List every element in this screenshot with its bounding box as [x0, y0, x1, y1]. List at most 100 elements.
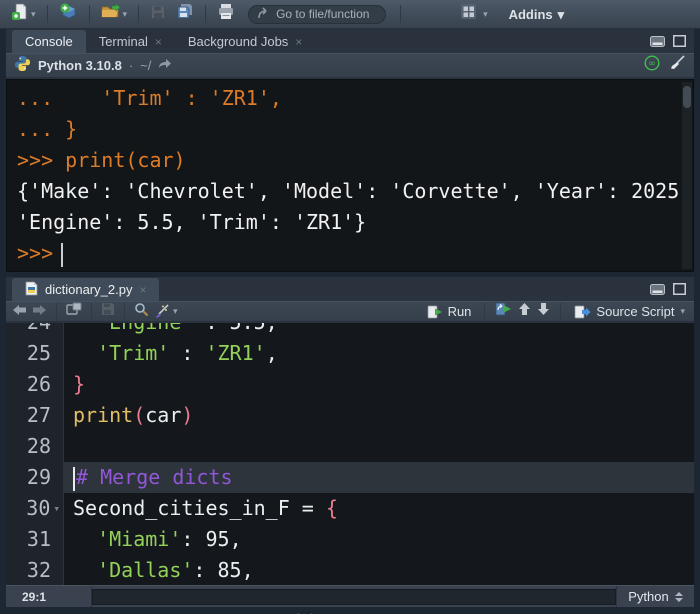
- console-header: Python 3.10.8 · ~/ ∞: [6, 53, 694, 78]
- python-logo-icon: [14, 55, 31, 77]
- code-line-25: 25 'Trim' : 'ZR1',: [6, 338, 694, 369]
- python-file-icon: [25, 281, 38, 299]
- code-line-32: 32 'Dallas': 85,: [6, 555, 694, 585]
- panes-layout-button[interactable]: ▾: [457, 1, 491, 27]
- tab-close-icon[interactable]: ×: [139, 283, 146, 297]
- minimize-panel-icon[interactable]: [650, 34, 665, 52]
- code-line-28: 28: [6, 431, 694, 462]
- line-number: 31: [6, 524, 64, 555]
- console-line: >>> print(car): [17, 145, 693, 176]
- save-all-button[interactable]: [173, 1, 197, 27]
- code-tools-caret-icon[interactable]: ▾: [173, 307, 178, 316]
- open-file-caret-icon[interactable]: ▾: [123, 10, 128, 19]
- console-tab-strip: ConsoleTerminal×Background Jobs×: [6, 29, 694, 53]
- maximize-panel-icon[interactable]: [673, 34, 686, 52]
- toolbar-separator: [205, 5, 206, 23]
- print-button[interactable]: [214, 1, 238, 27]
- new-file-caret-icon[interactable]: ▾: [31, 10, 36, 19]
- toolbar-separator: [56, 303, 57, 321]
- svg-text:∞: ∞: [648, 59, 656, 69]
- maximize-panel-icon[interactable]: [673, 282, 686, 300]
- main-toolbar: ▾ ▾: [0, 0, 700, 29]
- clear-console-broom-icon[interactable]: [669, 55, 686, 76]
- line-number: 28: [6, 431, 64, 462]
- grid-icon: [460, 3, 477, 25]
- new-project-icon: [59, 2, 78, 26]
- save-button[interactable]: [147, 2, 169, 27]
- language-spinner-icon[interactable]: [675, 592, 683, 602]
- open-folder-icon: [101, 3, 121, 25]
- new-file-icon: [11, 2, 29, 26]
- minimize-panel-icon[interactable]: [650, 282, 665, 300]
- language-selector[interactable]: Python: [616, 586, 694, 607]
- source-script-caret-icon[interactable]: ▾: [680, 307, 685, 316]
- open-file-button[interactable]: ▾: [98, 1, 131, 27]
- toolbar-separator: [560, 303, 561, 321]
- editor-tab-label: dictionary_2.py: [45, 282, 132, 297]
- console-line: 'Engine': 5.5, 'Trim': 'ZR1'}: [17, 207, 693, 238]
- editor-tab-strip: dictionary_2.py ×: [6, 277, 694, 301]
- code-tools-wand-icon[interactable]: ▾: [154, 304, 178, 319]
- console-runtime-label: Python 3.10.8: [38, 58, 122, 73]
- go-to-next-section-icon[interactable]: [537, 302, 550, 321]
- panes-caret-icon[interactable]: ▾: [483, 10, 488, 19]
- editor-status-bar: 29:1 Python: [6, 585, 694, 607]
- console-panel: ConsoleTerminal×Background Jobs×: [6, 29, 694, 272]
- toolbar-separator: [400, 5, 401, 23]
- toolbar-separator: [124, 303, 125, 321]
- back-arrow-icon[interactable]: [12, 303, 27, 321]
- console-line: ... 'Trim' : 'ZR1',: [17, 83, 693, 114]
- console-working-dir[interactable]: ~/: [140, 58, 151, 73]
- run-icon: [427, 305, 443, 319]
- show-directory-arrow-icon[interactable]: [158, 57, 172, 75]
- editor-panel: dictionary_2.py ×: [6, 277, 694, 585]
- line-number: 32: [6, 555, 64, 585]
- goto-file-function-input[interactable]: Go to file/function: [248, 5, 386, 24]
- code-line-30: 30▾Second_cities_in_F = {: [6, 493, 694, 524]
- run-button[interactable]: Run: [424, 302, 475, 321]
- toolbar-separator: [484, 303, 485, 321]
- rstudio-window: ▾ ▾: [0, 0, 700, 614]
- line-number: 25: [6, 338, 64, 369]
- save-icon[interactable]: [101, 302, 115, 321]
- code-line-29: 29# Merge dicts: [6, 462, 694, 493]
- console-tab-console[interactable]: Console: [12, 30, 86, 53]
- line-number: 30▾: [6, 493, 64, 524]
- console-line: >>>: [17, 238, 693, 269]
- save-all-icon: [176, 3, 194, 25]
- toolbar-separator: [138, 5, 139, 23]
- find-replace-magnifier-icon[interactable]: [134, 302, 149, 322]
- rerun-previous-icon[interactable]: [495, 302, 512, 321]
- editor-tab-dictionary-2[interactable]: dictionary_2.py ×: [12, 278, 159, 301]
- source-script-button[interactable]: Source Script ▾: [571, 302, 688, 321]
- console-output[interactable]: ... 'Trim' : 'ZR1',... }>>> print(car){'…: [6, 79, 694, 272]
- tab-close-icon[interactable]: ×: [295, 35, 302, 49]
- console-tab-terminal[interactable]: Terminal×: [86, 30, 175, 53]
- addins-menu[interactable]: Addins ▾: [505, 5, 569, 24]
- go-to-previous-section-icon[interactable]: [518, 302, 531, 321]
- forward-arrow-icon[interactable]: [32, 303, 47, 321]
- new-project-button[interactable]: [56, 0, 81, 28]
- console-tab-background-jobs[interactable]: Background Jobs×: [175, 30, 315, 53]
- console-scrollbar[interactable]: [682, 82, 692, 269]
- horizontal-scrollbar[interactable]: [92, 589, 616, 605]
- source-script-icon: [574, 305, 591, 319]
- cursor-position: 29:1: [6, 586, 92, 607]
- console-scrollbar-thumb[interactable]: [683, 86, 691, 108]
- code-line-26: 26}: [6, 369, 694, 400]
- line-number: 24: [6, 323, 64, 338]
- editor-caret: [73, 467, 75, 491]
- console-path-separator: ·: [129, 58, 133, 73]
- editor-code[interactable]: 24 'Engine' : 5.5,25 'Trim' : 'ZR1',26}2…: [6, 323, 694, 585]
- tab-close-icon[interactable]: ×: [155, 35, 162, 49]
- code-line-31: 31 'Miami': 95,: [6, 524, 694, 555]
- new-file-button[interactable]: ▾: [8, 0, 39, 28]
- line-number: 26: [6, 369, 64, 400]
- language-label: Python: [628, 589, 668, 604]
- addins-caret-icon: ▾: [558, 8, 565, 21]
- fold-arrow-icon[interactable]: ▾: [53, 493, 60, 524]
- console-line: ... }: [17, 114, 693, 145]
- source-script-label: Source Script: [596, 304, 674, 319]
- open-in-new-window-icon[interactable]: [66, 302, 82, 321]
- toolbar-separator: [89, 5, 90, 23]
